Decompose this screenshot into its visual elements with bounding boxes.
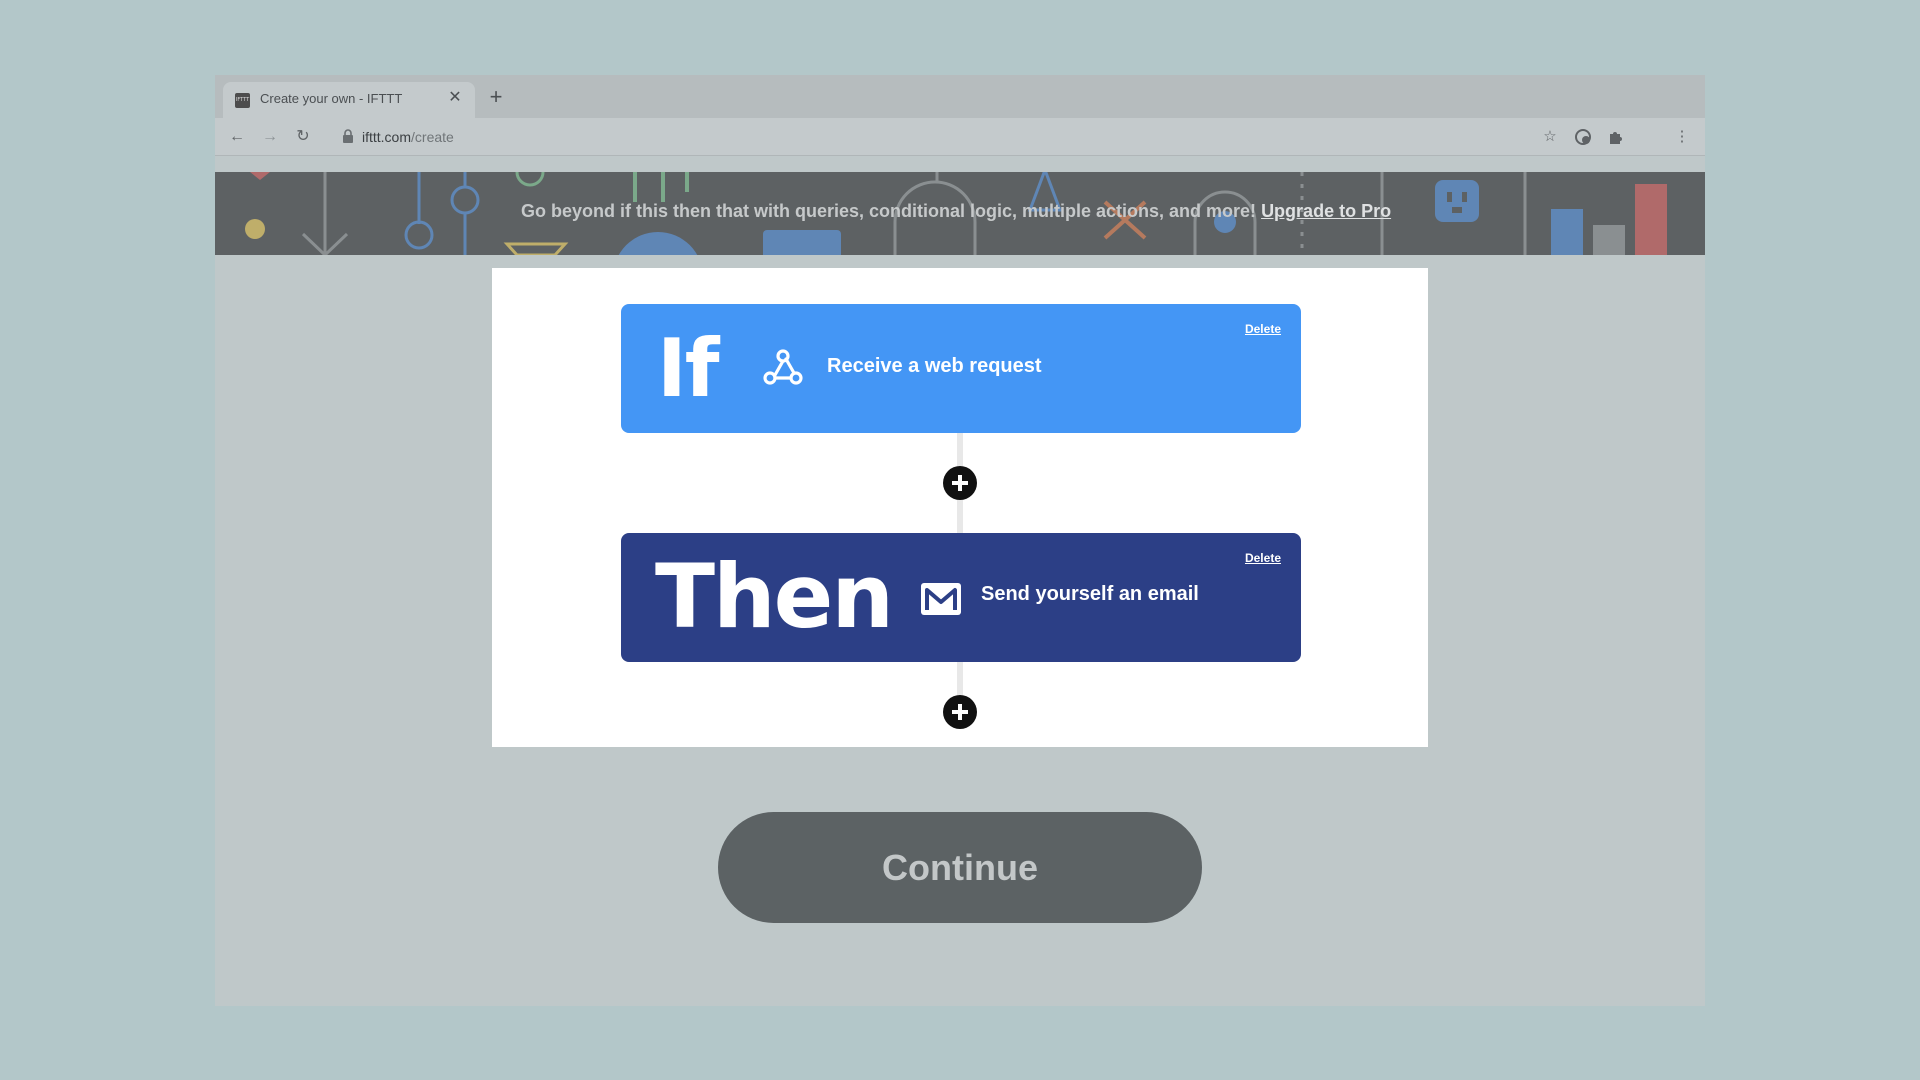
url-path: /create: [411, 129, 454, 145]
if-keyword: If: [657, 322, 720, 415]
add-step-plus-icon[interactable]: [943, 695, 977, 729]
banner-message: Go beyond if this then that with queries…: [521, 201, 1391, 222]
tab-strip: IFTTT Create your own - IFTTT ✕ +: [215, 75, 1705, 118]
tab-title: Create your own - IFTTT: [260, 91, 403, 106]
tab-create-your-own[interactable]: IFTTT Create your own - IFTTT ✕: [223, 82, 475, 118]
continue-button[interactable]: Continue: [718, 812, 1202, 923]
address-bar[interactable]: [329, 123, 1619, 151]
extensions-puzzle-icon[interactable]: [1606, 127, 1626, 147]
delete-trigger-link[interactable]: Delete: [1245, 322, 1281, 336]
ifttt-favicon-icon: IFTTT: [235, 93, 250, 108]
action-label: Send yourself an email: [981, 583, 1199, 605]
reload-icon[interactable]: ↻: [293, 127, 313, 147]
browser-window: IFTTT Create your own - IFTTT ✕ + ← → ↻ …: [215, 75, 1705, 1006]
add-step-plus-icon[interactable]: [943, 466, 977, 500]
trigger-label: Receive a web request: [827, 355, 1042, 377]
applet-builder-card: If Receive a web request Delete Then Sen…: [492, 268, 1428, 747]
url-domain: ifttt.com: [362, 129, 412, 145]
upgrade-to-pro-link[interactable]: Upgrade to Pro: [1261, 201, 1391, 221]
if-trigger-block[interactable]: If Receive a web request Delete: [621, 304, 1301, 433]
webhooks-icon: [763, 349, 803, 385]
upgrade-banner: Go beyond if this then that with queries…: [215, 172, 1705, 255]
then-keyword: Then: [655, 545, 894, 648]
banner-text: Go beyond if this then that with queries…: [521, 201, 1262, 221]
lock-icon: [343, 129, 353, 143]
tab-close-icon[interactable]: ✕: [445, 88, 465, 108]
extension-badge-icon[interactable]: [1573, 127, 1593, 147]
browser-menu-icon[interactable]: ⋮: [1672, 127, 1692, 147]
email-icon: [921, 583, 961, 615]
url-text: ifttt.com/create: [362, 129, 454, 145]
bookmark-star-icon[interactable]: ☆: [1540, 127, 1560, 147]
forward-arrow-icon[interactable]: →: [260, 127, 280, 147]
browser-toolbar: ← → ↻ ifttt.com/create ☆ ⋮: [215, 118, 1705, 156]
back-arrow-icon[interactable]: ←: [227, 127, 247, 147]
delete-action-link[interactable]: Delete: [1245, 551, 1281, 565]
new-tab-icon[interactable]: +: [483, 85, 509, 111]
then-action-block[interactable]: Then Send yourself an email Delete: [621, 533, 1301, 662]
